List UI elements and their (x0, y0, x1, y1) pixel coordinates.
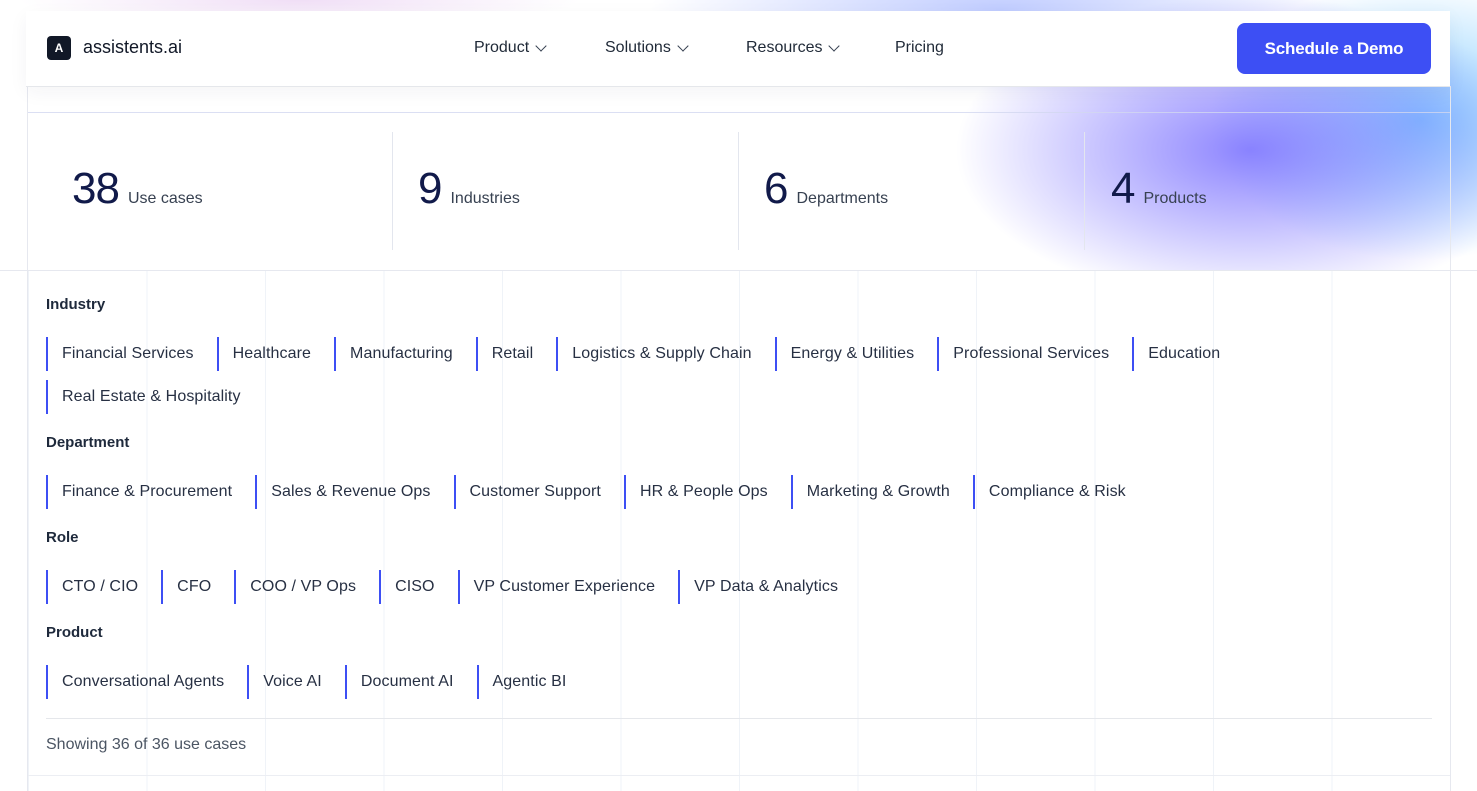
top-navigation-bar: A assistents.ai Product Solutions Resour… (26, 11, 1450, 86)
filter-chip-industry[interactable]: Manufacturing (334, 337, 476, 371)
filter-chip-role[interactable]: VP Customer Experience (457, 570, 679, 604)
nav-item-solutions[interactable]: Solutions (605, 39, 689, 57)
filter-group-title-role: Role (46, 529, 79, 546)
filter-chip-industry[interactable]: Education (1132, 337, 1243, 371)
nav-item-resources[interactable]: Resources (746, 39, 841, 57)
filter-chip-industry[interactable]: Retail (475, 337, 557, 371)
filter-chip-department[interactable]: Marketing & Growth (790, 475, 973, 509)
stat-value: 9 (418, 164, 443, 213)
filter-chip-department[interactable]: Finance & Procurement (46, 475, 255, 509)
nav-item-label: Product (474, 39, 530, 56)
filter-row-industry-2: Real Estate & Hospitality (46, 380, 264, 414)
filter-chip-product[interactable]: Conversational Agents (46, 665, 247, 699)
filter-chip-department[interactable]: Compliance & Risk (972, 475, 1149, 509)
nav-item-label: Pricing (895, 39, 944, 56)
filter-chip-role[interactable]: COO / VP Ops (234, 570, 379, 604)
stat-label: Departments (796, 190, 889, 207)
filter-chip-industry[interactable]: Energy & Utilities (774, 337, 938, 371)
stat-divider (1084, 132, 1085, 250)
filter-group-title-industry: Industry (46, 296, 106, 313)
filter-chip-role[interactable]: CFO (161, 570, 234, 604)
stat-industries: 9 Industries (418, 164, 520, 214)
stat-label: Use cases (127, 190, 203, 207)
filter-group-title-department: Department (46, 434, 130, 451)
filter-divider (46, 718, 1432, 719)
stat-departments: 6 Departments (764, 164, 888, 214)
brand-name[interactable]: assistents.ai (83, 37, 182, 58)
section-bottom-divider (28, 775, 1450, 776)
results-count: Showing 36 of 36 use cases (46, 736, 247, 753)
nav-item-label: Resources (746, 39, 823, 56)
stat-products: 4 Products (1111, 164, 1207, 214)
filter-chip-role[interactable]: CISO (379, 570, 458, 604)
stats-top-divider (28, 112, 1450, 113)
stat-divider (392, 132, 393, 250)
stat-value: 38 (72, 164, 120, 213)
stat-value: 6 (764, 164, 789, 213)
filter-row-role: CTO / CIO CFO COO / VP Ops CISO VP Custo… (46, 570, 861, 604)
filter-row-product: Conversational Agents Voice AI Document … (46, 665, 589, 699)
filter-chip-industry[interactable]: Healthcare (216, 337, 334, 371)
filter-chip-department[interactable]: HR & People Ops (623, 475, 791, 509)
filter-chip-role[interactable]: CTO / CIO (46, 570, 161, 604)
brand-logo-icon[interactable]: A (47, 36, 71, 60)
filter-chip-role[interactable]: VP Data & Analytics (678, 570, 861, 604)
filter-chip-industry[interactable]: Financial Services (46, 337, 217, 371)
stat-divider (738, 132, 739, 250)
filter-chip-industry[interactable]: Real Estate & Hospitality (46, 380, 264, 414)
chevron-down-icon (828, 39, 841, 52)
nav-item-pricing[interactable]: Pricing (895, 39, 944, 57)
filter-chip-product[interactable]: Agentic BI (476, 665, 590, 699)
frame-right-border (1450, 86, 1451, 791)
nav-item-label: Solutions (605, 39, 671, 56)
chevron-down-icon (535, 39, 547, 52)
filter-chip-industry[interactable]: Professional Services (937, 337, 1132, 371)
frame-left-border (27, 86, 28, 791)
filter-row-department: Finance & Procurement Sales & Revenue Op… (46, 475, 1149, 509)
chevron-down-icon (677, 39, 689, 52)
filter-chip-department[interactable]: Customer Support (453, 475, 624, 509)
filter-chip-department[interactable]: Sales & Revenue Ops (255, 475, 453, 509)
filter-chip-product[interactable]: Voice AI (247, 665, 345, 699)
stat-use-cases: 38 Use cases (72, 164, 203, 214)
schedule-demo-button[interactable]: Schedule a Demo (1237, 23, 1431, 74)
filter-row-industry-1: Financial Services Healthcare Manufactur… (46, 337, 1243, 371)
nav-item-product[interactable]: Product (474, 39, 547, 57)
stats-bottom-divider (0, 270, 1477, 271)
filter-chip-product[interactable]: Document AI (344, 665, 477, 699)
stat-label: Industries (450, 190, 520, 207)
filter-chip-industry[interactable]: Logistics & Supply Chain (556, 337, 774, 371)
stat-label: Products (1143, 190, 1207, 207)
filter-group-title-product: Product (46, 624, 103, 641)
stat-value: 4 (1111, 164, 1136, 213)
